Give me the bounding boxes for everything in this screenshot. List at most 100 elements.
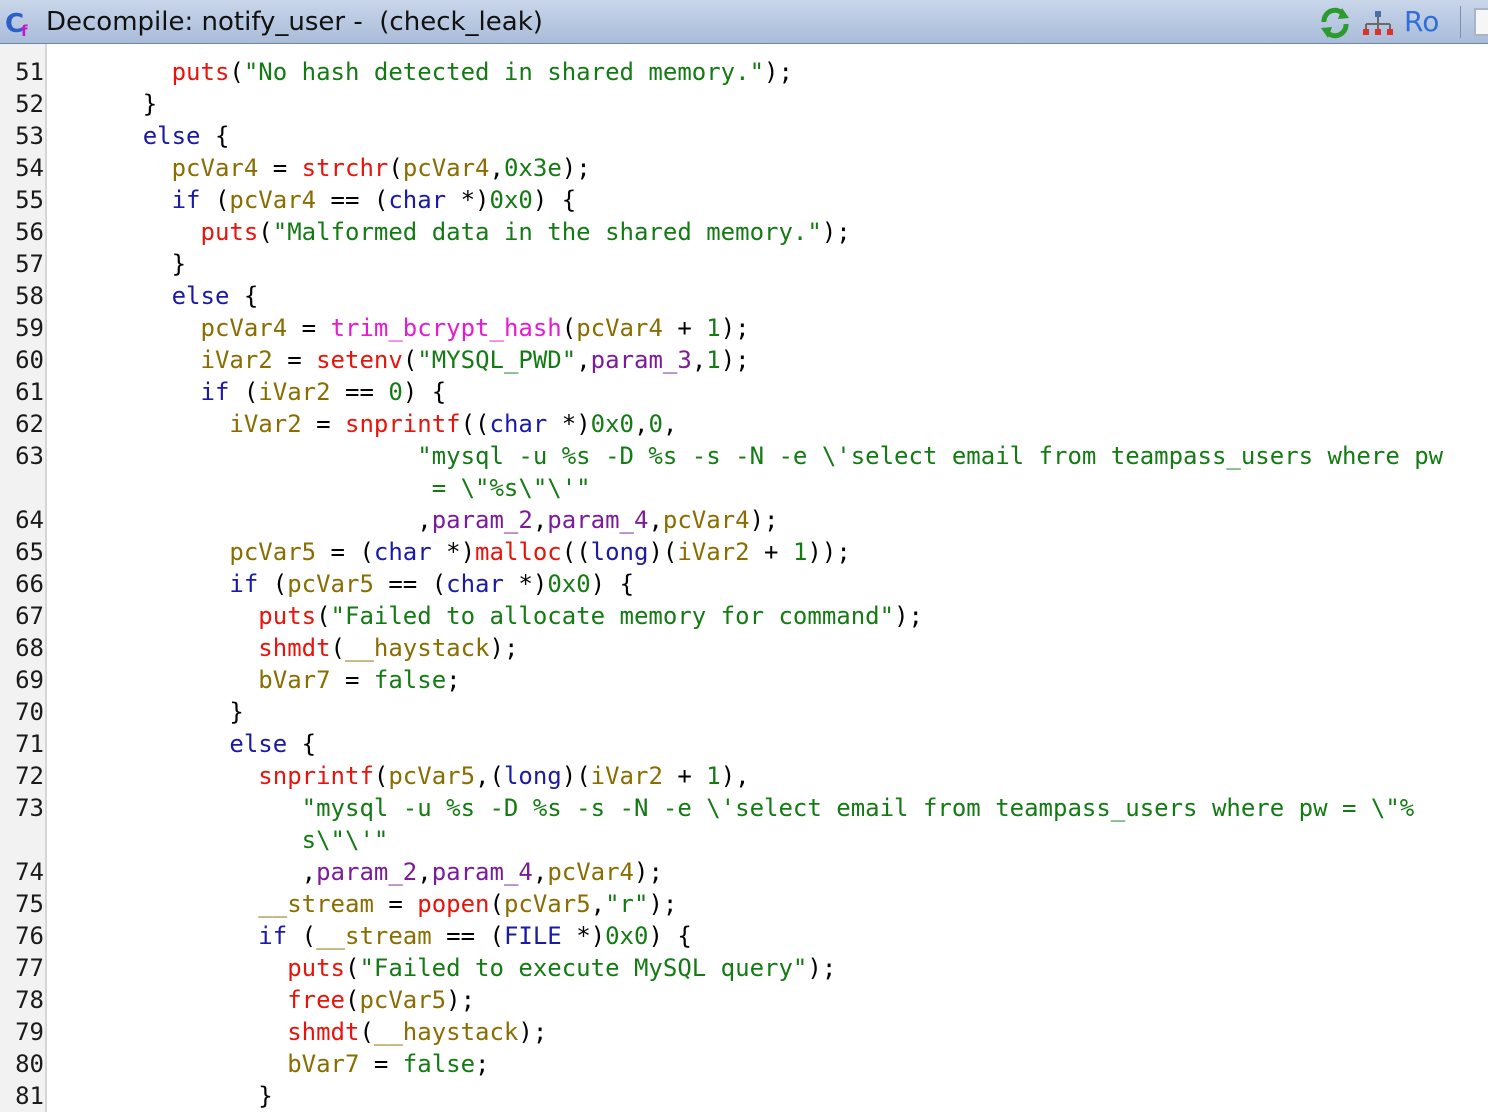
number-token[interactable]: 0x0 xyxy=(547,570,590,598)
punctuation-token[interactable]: = xyxy=(331,666,374,694)
variable-token[interactable]: bVar7 xyxy=(287,1050,359,1078)
parameter-token[interactable]: param_2 xyxy=(316,858,417,886)
punctuation-token[interactable]: , xyxy=(490,154,504,182)
string-literal-token[interactable]: "No hash detected in shared memory." xyxy=(244,58,764,86)
code-line[interactable]: } xyxy=(56,1080,272,1112)
code-line[interactable]: else { xyxy=(56,120,230,152)
function-call-token[interactable]: snprintf xyxy=(258,762,374,790)
punctuation-token[interactable]: )( xyxy=(562,762,591,790)
parameter-token[interactable]: param_4 xyxy=(547,506,648,534)
variable-token[interactable]: pcVar5 xyxy=(504,890,591,918)
punctuation-token[interactable]: ( xyxy=(258,218,272,246)
punctuation-token[interactable]: = ( xyxy=(316,538,374,566)
code-line[interactable]: if (iVar2 == 0) { xyxy=(56,376,447,408)
punctuation-token[interactable]: = xyxy=(273,346,316,374)
punctuation-token[interactable]: ), xyxy=(721,762,750,790)
punctuation-token[interactable]: ); xyxy=(721,314,750,342)
keyword-token[interactable]: char xyxy=(446,570,504,598)
variable-token[interactable]: __haystack xyxy=(345,634,490,662)
keyword-token[interactable]: if xyxy=(229,570,258,598)
punctuation-token[interactable]: = xyxy=(287,314,330,342)
keyword-token[interactable]: char xyxy=(374,538,432,566)
variable-token[interactable]: iVar2 xyxy=(258,378,330,406)
code-line[interactable]: = \"%s\"\'" xyxy=(56,472,591,504)
string-literal-token[interactable]: "mysql -u %s -D %s -s -N -e \'select ema… xyxy=(417,442,1443,470)
variable-token[interactable]: pcVar4 xyxy=(229,186,316,214)
code-line[interactable]: else { xyxy=(56,280,259,312)
code-line[interactable]: } xyxy=(56,88,157,120)
punctuation-token[interactable]: ( xyxy=(374,762,388,790)
punctuation-token[interactable]: *) xyxy=(432,538,475,566)
punctuation-token[interactable]: ( xyxy=(359,1018,373,1046)
function-call-token[interactable]: setenv xyxy=(316,346,403,374)
punctuation-token[interactable]: (( xyxy=(461,410,490,438)
code-line[interactable]: shmdt(__haystack); xyxy=(56,1016,547,1048)
punctuation-token[interactable]: ) { xyxy=(533,186,576,214)
string-literal-token[interactable]: "Failed to execute MySQL query" xyxy=(359,954,807,982)
function-call-token[interactable]: free xyxy=(287,986,345,1014)
function-call-token[interactable]: puts xyxy=(201,218,259,246)
string-literal-token[interactable]: "mysql -u %s -D %s -s -N -e \'select ema… xyxy=(302,794,1415,822)
number-token[interactable]: 0 xyxy=(648,410,662,438)
function-call-token[interactable]: shmdt xyxy=(258,634,330,662)
punctuation-token[interactable]: ); xyxy=(446,986,475,1014)
punctuation-token[interactable]: ( xyxy=(562,314,576,342)
punctuation-token[interactable]: == ( xyxy=(432,922,504,950)
punctuation-token[interactable]: ( xyxy=(229,58,243,86)
string-literal-token[interactable]: "MYSQL_PWD" xyxy=(417,346,576,374)
punctuation-token[interactable]: ( xyxy=(345,954,359,982)
variable-token[interactable]: pcVar4 xyxy=(201,314,288,342)
code-line[interactable]: puts("Failed to execute MySQL query"); xyxy=(56,952,836,984)
punctuation-token[interactable]: ( xyxy=(316,602,330,630)
punctuation-token[interactable]: ,( xyxy=(475,762,504,790)
punctuation-token[interactable]: ) { xyxy=(591,570,634,598)
punctuation-token[interactable]: ( xyxy=(258,570,287,598)
variable-token[interactable]: pcVar5 xyxy=(359,986,446,1014)
number-token[interactable]: 0x0 xyxy=(490,186,533,214)
function-call-token[interactable]: puts xyxy=(172,58,230,86)
punctuation-token[interactable]: ); xyxy=(807,954,836,982)
code-line[interactable]: iVar2 = snprintf((char *)0x0,0, xyxy=(56,408,677,440)
punctuation-token[interactable]: , xyxy=(692,346,706,374)
function-call-token[interactable]: puts xyxy=(287,954,345,982)
keyword-token[interactable]: if xyxy=(172,186,201,214)
variable-token[interactable]: pcVar4 xyxy=(663,506,750,534)
punctuation-token[interactable]: ( xyxy=(403,346,417,374)
punctuation-token[interactable]: ) { xyxy=(648,922,691,950)
keyword-token[interactable]: char xyxy=(490,410,548,438)
punctuation-token[interactable]: , xyxy=(533,506,547,534)
punctuation-token[interactable]: } xyxy=(258,1082,272,1110)
punctuation-token[interactable]: , xyxy=(634,410,648,438)
code-line[interactable]: snprintf(pcVar5,(long)(iVar2 + 1), xyxy=(56,760,750,792)
variable-token[interactable]: iVar2 xyxy=(201,346,273,374)
punctuation-token[interactable]: ; xyxy=(475,1050,489,1078)
parameter-token[interactable]: param_2 xyxy=(432,506,533,534)
string-literal-token[interactable]: "Failed to allocate memory for command" xyxy=(331,602,895,630)
code-line[interactable]: if (pcVar5 == (char *)0x0) { xyxy=(56,568,634,600)
variable-token[interactable]: pcVar4 xyxy=(403,154,490,182)
code-line[interactable]: } xyxy=(56,248,186,280)
punctuation-token[interactable]: *) xyxy=(562,922,605,950)
variable-token[interactable]: pcVar5 xyxy=(287,570,374,598)
punctuation-token[interactable]: )( xyxy=(648,538,677,566)
punctuation-token[interactable]: = xyxy=(258,154,301,182)
code-line[interactable]: pcVar5 = (char *)malloc((long)(iVar2 + 1… xyxy=(56,536,850,568)
punctuation-token[interactable]: )); xyxy=(807,538,850,566)
punctuation-token[interactable]: , xyxy=(533,858,547,886)
number-token[interactable]: 0 xyxy=(388,378,402,406)
number-token[interactable]: 1 xyxy=(793,538,807,566)
variable-token[interactable]: pcVar5 xyxy=(229,538,316,566)
punctuation-token[interactable]: ( xyxy=(331,634,345,662)
punctuation-token[interactable]: *) xyxy=(504,570,547,598)
window-control-box[interactable] xyxy=(1474,8,1488,36)
punctuation-token[interactable]: + xyxy=(663,762,706,790)
code-line[interactable]: bVar7 = false; xyxy=(56,1048,489,1080)
function-call-token[interactable]: puts xyxy=(258,602,316,630)
punctuation-token[interactable]: ); xyxy=(648,890,677,918)
punctuation-token[interactable]: } xyxy=(172,250,186,278)
punctuation-token[interactable]: + xyxy=(750,538,793,566)
keyword-token[interactable]: long xyxy=(591,538,649,566)
punctuation-token[interactable]: *) xyxy=(547,410,591,438)
punctuation-token[interactable]: ( xyxy=(490,890,504,918)
punctuation-token[interactable]: ( xyxy=(345,986,359,1014)
